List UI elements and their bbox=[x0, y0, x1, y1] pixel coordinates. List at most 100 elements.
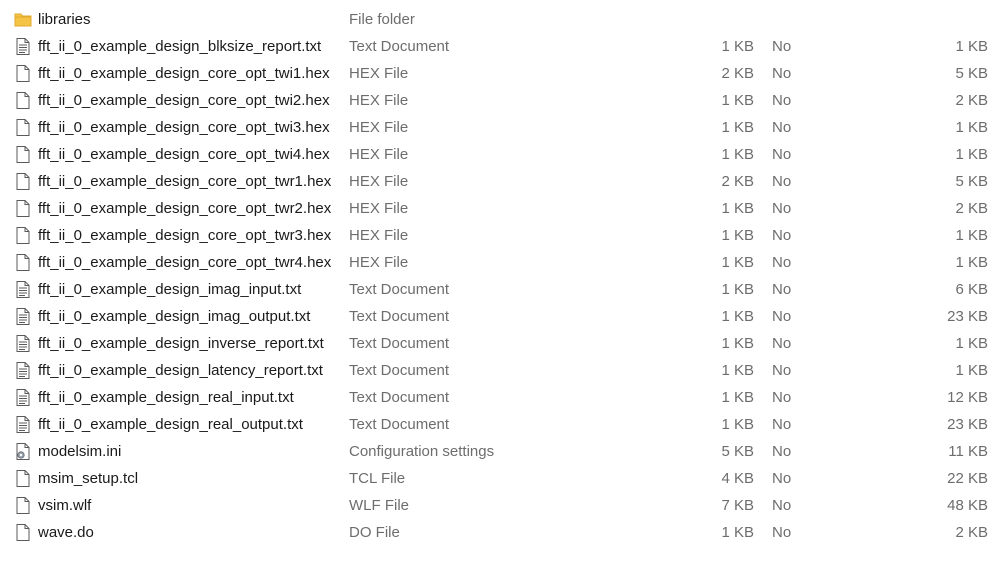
file-icon bbox=[14, 64, 32, 83]
file-row[interactable]: fft_ii_0_example_design_imag_output.txt T… bbox=[0, 303, 999, 330]
file-icon bbox=[14, 523, 32, 542]
text-file-icon bbox=[14, 415, 32, 434]
file-name: wave.do bbox=[38, 524, 94, 541]
file-original-size: 12 KB bbox=[947, 389, 988, 406]
file-icon bbox=[14, 226, 32, 245]
file-size: 1 KB bbox=[721, 308, 754, 325]
file-compressed: No bbox=[772, 200, 792, 217]
file-type: HEX File bbox=[349, 146, 409, 163]
file-row[interactable]: fft_ii_0_example_design_core_opt_twr1.he… bbox=[0, 168, 999, 195]
file-type: Text Document bbox=[349, 38, 450, 55]
file-icon bbox=[14, 145, 32, 164]
settings-file-icon bbox=[14, 442, 32, 461]
folder-icon bbox=[14, 10, 32, 29]
file-row[interactable]: fft_ii_0_example_design_core_opt_twr4.he… bbox=[0, 249, 999, 276]
file-type: HEX File bbox=[349, 200, 409, 217]
file-size: 7 KB bbox=[721, 497, 754, 514]
file-size: 1 KB bbox=[721, 200, 754, 217]
file-row[interactable]: fft_ii_0_example_design_core_opt_twr3.he… bbox=[0, 222, 999, 249]
file-size: 1 KB bbox=[721, 38, 754, 55]
file-compressed: No bbox=[772, 389, 792, 406]
file-original-size: 1 KB bbox=[955, 362, 988, 379]
file-type: DO File bbox=[349, 524, 400, 541]
file-compressed: No bbox=[772, 119, 792, 136]
file-icon bbox=[14, 118, 32, 137]
file-compressed: No bbox=[772, 281, 792, 298]
file-row[interactable]: fft_ii_0_example_design_core_opt_twi2.he… bbox=[0, 87, 999, 114]
file-original-size: 5 KB bbox=[955, 65, 988, 82]
file-original-size: 1 KB bbox=[955, 146, 988, 163]
file-size: 4 KB bbox=[721, 470, 754, 487]
file-row[interactable]: fft_ii_0_example_design_core_opt_twi1.he… bbox=[0, 60, 999, 87]
file-compressed: No bbox=[772, 254, 792, 271]
file-row[interactable]: libraries File folder bbox=[0, 6, 999, 33]
file-row[interactable]: fft_ii_0_example_design_core_opt_twr2.he… bbox=[0, 195, 999, 222]
file-name: fft_ii_0_example_design_core_opt_twr2.he… bbox=[38, 200, 332, 217]
file-compressed: No bbox=[772, 497, 792, 514]
file-icon bbox=[14, 469, 32, 488]
file-type: File folder bbox=[349, 11, 415, 28]
text-file-icon bbox=[14, 280, 32, 299]
text-file-icon bbox=[14, 388, 32, 407]
file-row[interactable]: fft_ii_0_example_design_imag_input.txt Te… bbox=[0, 276, 999, 303]
file-original-size: 1 KB bbox=[955, 119, 988, 136]
file-original-size: 22 KB bbox=[947, 470, 988, 487]
file-compressed: No bbox=[772, 227, 792, 244]
file-compressed: No bbox=[772, 416, 792, 433]
file-row[interactable]: fft_ii_0_example_design_core_opt_twi4.he… bbox=[0, 141, 999, 168]
file-original-size: 2 KB bbox=[955, 200, 988, 217]
file-type: HEX File bbox=[349, 173, 409, 190]
file-type: HEX File bbox=[349, 254, 409, 271]
file-row[interactable]: vsim.wlf WLF File 7 KB No 48 KB bbox=[0, 492, 999, 519]
file-type: Text Document bbox=[349, 362, 450, 379]
file-size: 2 KB bbox=[721, 173, 754, 190]
file-row[interactable]: fft_ii_0_example_design_latency_report.t… bbox=[0, 357, 999, 384]
file-row[interactable]: modelsim.ini Configuration settings 5 KB No… bbox=[0, 438, 999, 465]
file-row[interactable]: fft_ii_0_example_design_real_input.txt Te… bbox=[0, 384, 999, 411]
file-type: TCL File bbox=[349, 470, 406, 487]
file-name: fft_ii_0_example_design_core_opt_twr1.he… bbox=[38, 173, 332, 190]
file-size: 1 KB bbox=[721, 389, 754, 406]
file-name: fft_ii_0_example_design_real_output.txt bbox=[38, 416, 303, 433]
file-name: fft_ii_0_example_design_imag_input.txt bbox=[38, 281, 302, 298]
file-type: HEX File bbox=[349, 119, 409, 136]
file-original-size: 23 KB bbox=[947, 416, 988, 433]
file-compressed: No bbox=[772, 173, 792, 190]
file-size: 1 KB bbox=[721, 335, 754, 352]
file-type: HEX File bbox=[349, 65, 409, 82]
text-file-icon bbox=[14, 334, 32, 353]
file-type: HEX File bbox=[349, 227, 409, 244]
file-row[interactable]: fft_ii_0_example_design_core_opt_twi3.he… bbox=[0, 114, 999, 141]
file-original-size: 23 KB bbox=[947, 308, 988, 325]
file-compressed: No bbox=[772, 524, 792, 541]
file-size: 1 KB bbox=[721, 92, 754, 109]
file-name: fft_ii_0_example_design_imag_output.txt bbox=[38, 308, 311, 325]
file-size: 1 KB bbox=[721, 524, 754, 541]
file-type: Text Document bbox=[349, 389, 450, 406]
file-row[interactable]: fft_ii_0_example_design_real_output.txt T… bbox=[0, 411, 999, 438]
file-original-size: 48 KB bbox=[947, 497, 988, 514]
file-name: fft_ii_0_example_design_core_opt_twi3.he… bbox=[38, 119, 330, 136]
file-type: Text Document bbox=[349, 281, 450, 298]
file-row[interactable]: msim_setup.tcl TCL File 4 KB No 22 KB bbox=[0, 465, 999, 492]
text-file-icon bbox=[14, 37, 32, 56]
file-compressed: No bbox=[772, 38, 792, 55]
file-name: fft_ii_0_example_design_core_opt_twi1.he… bbox=[38, 65, 330, 82]
file-compressed: No bbox=[772, 443, 792, 460]
file-type: WLF File bbox=[349, 497, 409, 514]
file-row[interactable]: fft_ii_0_example_design_inverse_report.t… bbox=[0, 330, 999, 357]
file-original-size: 6 KB bbox=[955, 281, 988, 298]
text-file-icon bbox=[14, 361, 32, 380]
file-type: Text Document bbox=[349, 308, 450, 325]
file-original-size: 1 KB bbox=[955, 335, 988, 352]
file-icon bbox=[14, 172, 32, 191]
file-size: 1 KB bbox=[721, 281, 754, 298]
file-row[interactable]: fft_ii_0_example_design_blksize_report.t… bbox=[0, 33, 999, 60]
file-original-size: 5 KB bbox=[955, 173, 988, 190]
file-name: fft_ii_0_example_design_core_opt_twr4.he… bbox=[38, 254, 332, 271]
file-compressed: No bbox=[772, 65, 792, 82]
file-row[interactable]: wave.do DO File 1 KB No 2 KB bbox=[0, 519, 999, 546]
file-icon bbox=[14, 253, 32, 272]
file-size: 1 KB bbox=[721, 119, 754, 136]
file-icon bbox=[14, 199, 32, 218]
